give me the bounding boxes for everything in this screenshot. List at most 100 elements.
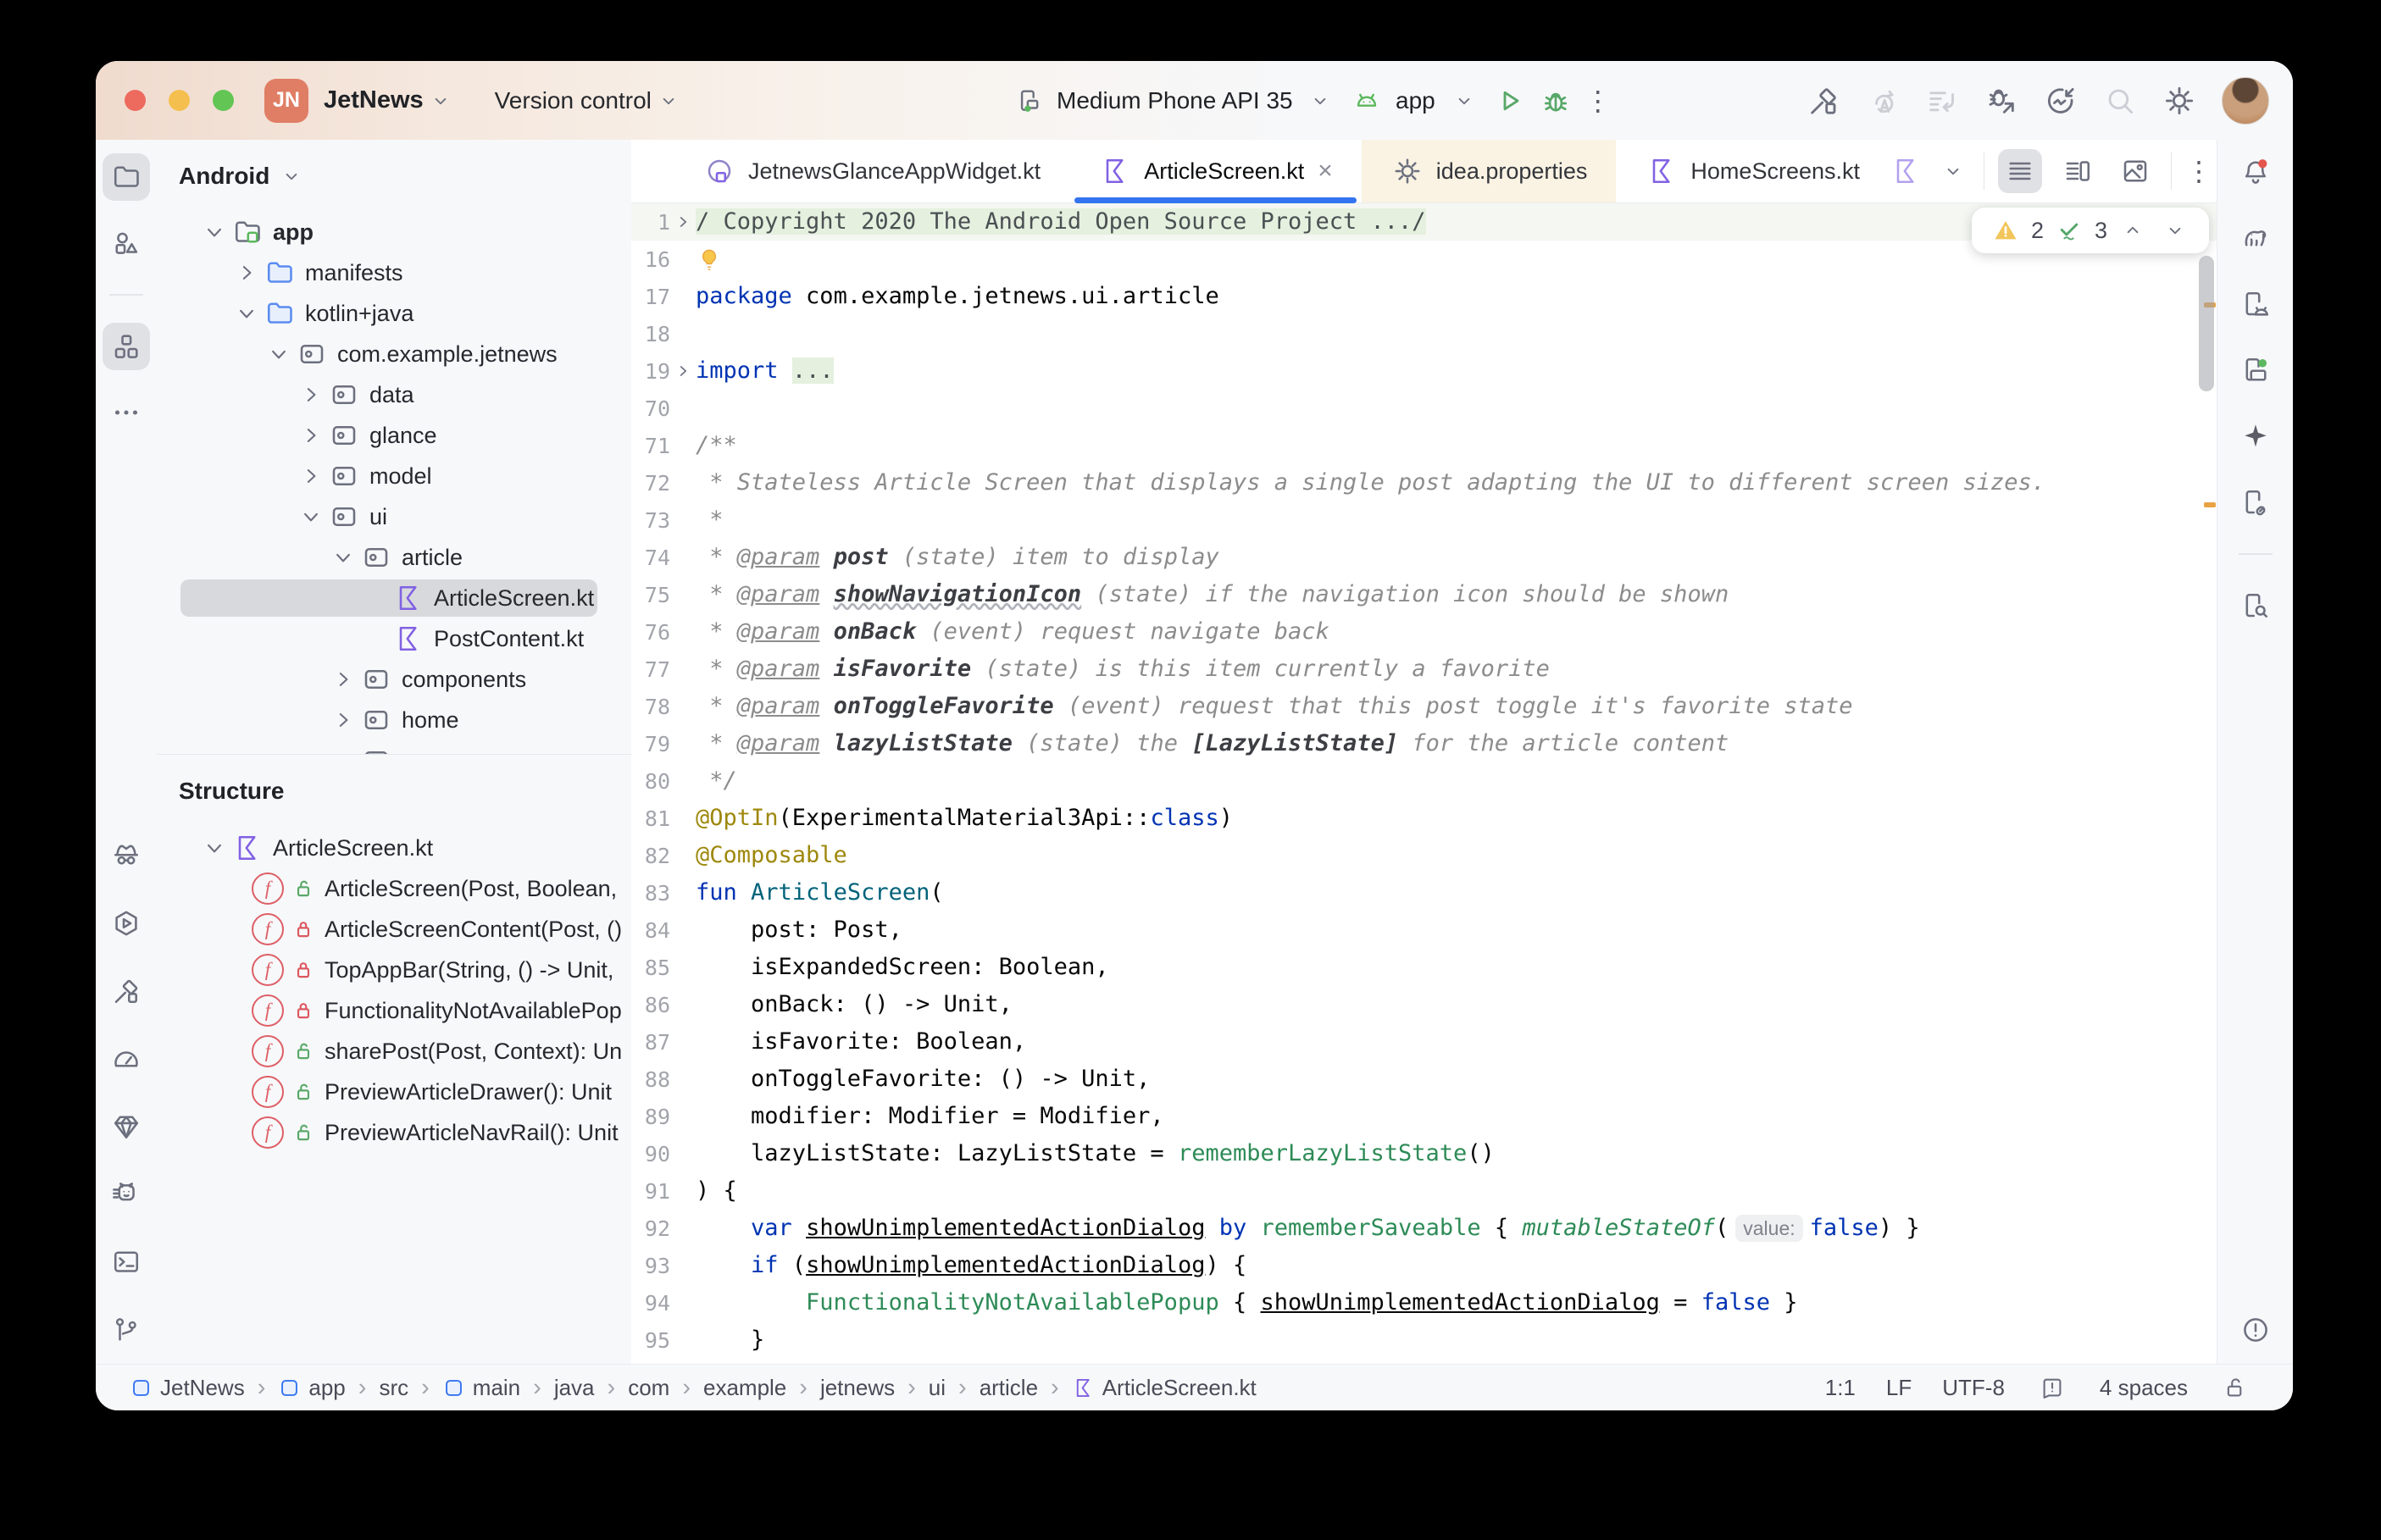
vcs-widget[interactable]: Version control [495,87,652,114]
structure-item[interactable]: fArticleScreen(Post, Boolean, [157,868,631,909]
code-line[interactable]: 86 onBack: () -> Unit, [631,986,2217,1023]
code-line[interactable]: 17package com.example.jetnews.ui.article [631,278,2217,315]
app-inspection-tool[interactable] [103,1103,150,1150]
breadcrumb-src[interactable]: src [379,1375,408,1401]
project-logo[interactable]: JN [264,79,308,123]
code-line[interactable]: 79 * @param lazyListState (state) the [L… [631,725,2217,762]
inspections-widget[interactable]: 2 3 [1972,208,2209,253]
notifications-bell[interactable] [2232,148,2279,196]
tree-item-glance[interactable]: glance [157,415,631,456]
chevron-down-icon[interactable] [198,215,230,249]
app-quality-insights-tool[interactable] [103,832,150,879]
more-run-options-button[interactable]: ⋮ [1585,87,1612,114]
breadcrumb-ArticleScreen.kt[interactable]: ArticleScreen.kt [1072,1375,1257,1401]
code-line[interactable]: 73 * [631,501,2217,539]
code-editor[interactable]: 1/ Copyright 2020 The Android Open Sourc… [631,203,2217,1364]
breadcrumb-JetNews[interactable]: JetNews [130,1375,245,1401]
tree-item-model[interactable]: model [157,456,631,496]
attach-debugger-button[interactable] [1984,84,2018,118]
tree-item[interactable] [157,740,631,754]
version-control-tool[interactable] [103,1306,150,1354]
indent-setting[interactable]: 4 spaces [2100,1375,2188,1401]
project-view-selector[interactable]: Android [157,140,631,212]
breadcrumb-article[interactable]: article [980,1375,1038,1401]
tree-item-data[interactable]: data [157,374,631,415]
breadcrumb-com[interactable]: com [628,1375,669,1401]
tab-ArticleScreen.kt[interactable]: ArticleScreen.kt× [1069,140,1362,202]
unlock-icon[interactable] [2218,1371,2252,1404]
gradle-tool[interactable] [2232,214,2279,262]
code-line[interactable]: 78 * @param onToggleFavorite (event) req… [631,688,2217,725]
breadcrumb-main[interactable]: main [442,1375,520,1401]
run-button[interactable] [1493,84,1527,118]
code-line[interactable]: 89 modifier: Modifier = Modifier, [631,1098,2217,1135]
tab-HomeScreens.kt[interactable]: HomeScreens.kt [1616,140,1889,202]
structure-item[interactable]: fPreviewArticleDrawer(): Unit [157,1072,631,1112]
device-selector[interactable]: Medium Phone API 35 [1013,84,1337,118]
tab-JetnewsGlanceAppWidget.kt[interactable]: JetnewsGlanceAppWidget.kt [674,140,1069,202]
chevron-down-icon[interactable] [198,831,230,865]
terminal-tool[interactable] [103,1238,150,1286]
line-separator[interactable]: LF [1886,1375,1912,1401]
device-explorer-tool[interactable] [2232,582,2279,629]
fold-arrow-icon[interactable] [670,213,696,231]
tree-item-PostContent.kt[interactable]: PostContent.kt [157,618,631,659]
gemini-tool[interactable] [2232,413,2279,460]
breadcrumb-ui[interactable]: ui [929,1375,946,1401]
breadcrumb-example[interactable]: example [703,1375,786,1401]
intention-bulb-icon[interactable] [696,247,723,274]
tree-item-ui[interactable]: ui [157,496,631,537]
view-design-toggle[interactable] [2113,149,2157,193]
project-tool[interactable] [103,153,150,201]
chevron-right-icon[interactable] [327,744,359,754]
code-line[interactable]: 77 * @param isFavorite (state) is this i… [631,651,2217,688]
minimize-window-button[interactable] [169,90,190,111]
fold-arrow-icon[interactable] [670,362,696,380]
search-everywhere-disabled-button[interactable] [2103,84,2137,118]
editor-scrollbar[interactable] [2199,256,2214,391]
breadcrumb-app[interactable]: app [278,1375,345,1401]
chevron-down-icon[interactable] [263,337,295,371]
user-avatar[interactable] [2222,77,2269,125]
editor-options-button[interactable]: ⋮ [2185,158,2212,185]
close-window-button[interactable] [125,90,146,111]
file-encoding[interactable]: UTF-8 [1942,1375,2005,1401]
code-line[interactable]: 76 * @param onBack (event) request navig… [631,613,2217,651]
structure-tool[interactable] [103,323,150,370]
view-code-toggle[interactable] [1998,149,2042,193]
logcat-tool[interactable] [103,1171,150,1218]
device-mirroring-tool[interactable] [2232,479,2279,526]
debug-button[interactable] [1539,84,1573,118]
caret-position[interactable]: 1:1 [1825,1375,1856,1401]
build-tool[interactable] [103,967,150,1015]
error-stripe-mark[interactable] [2204,502,2216,507]
inspections-status-icon[interactable] [2035,1371,2069,1404]
tree-item-home[interactable]: home [157,700,631,740]
code-line[interactable]: 82@Composable [631,837,2217,874]
tree-item-app[interactable]: app [157,212,631,252]
recent-actions-disabled-button[interactable] [1925,84,1959,118]
close-tab-button[interactable]: × [1318,157,1333,186]
chevron-right-icon[interactable] [230,256,263,290]
tree-item-components[interactable]: components [157,659,631,700]
current-file-kotlin-icon[interactable] [1889,154,1923,188]
tab-idea.properties[interactable]: idea.properties [1362,140,1617,202]
view-split-toggle[interactable] [2056,149,2100,193]
breadcrumb-jetnews[interactable]: jetnews [820,1375,895,1401]
chevron-down-icon[interactable] [295,500,327,534]
profiler-button[interactable] [2044,84,2078,118]
code-line[interactable]: 72 * Stateless Article Screen that displ… [631,464,2217,501]
chevron-right-icon[interactable] [295,459,327,493]
chevron-down-icon[interactable] [1936,154,1970,188]
tree-item-ArticleScreen.kt[interactable]: ArticleScreen.kt [157,578,631,618]
chevron-right-icon[interactable] [327,703,359,737]
code-line[interactable]: 18 [631,315,2217,352]
code-line[interactable]: 80 */ [631,762,2217,800]
code-line[interactable]: 91) { [631,1172,2217,1210]
code-line[interactable]: 95 } [631,1321,2217,1359]
device-manager-tool[interactable] [2232,280,2279,328]
chevron-right-icon[interactable] [327,662,359,696]
build-button[interactable] [1807,84,1840,118]
rerun-disabled-button[interactable] [1866,84,1900,118]
code-line[interactable]: 19import ... [631,352,2217,390]
